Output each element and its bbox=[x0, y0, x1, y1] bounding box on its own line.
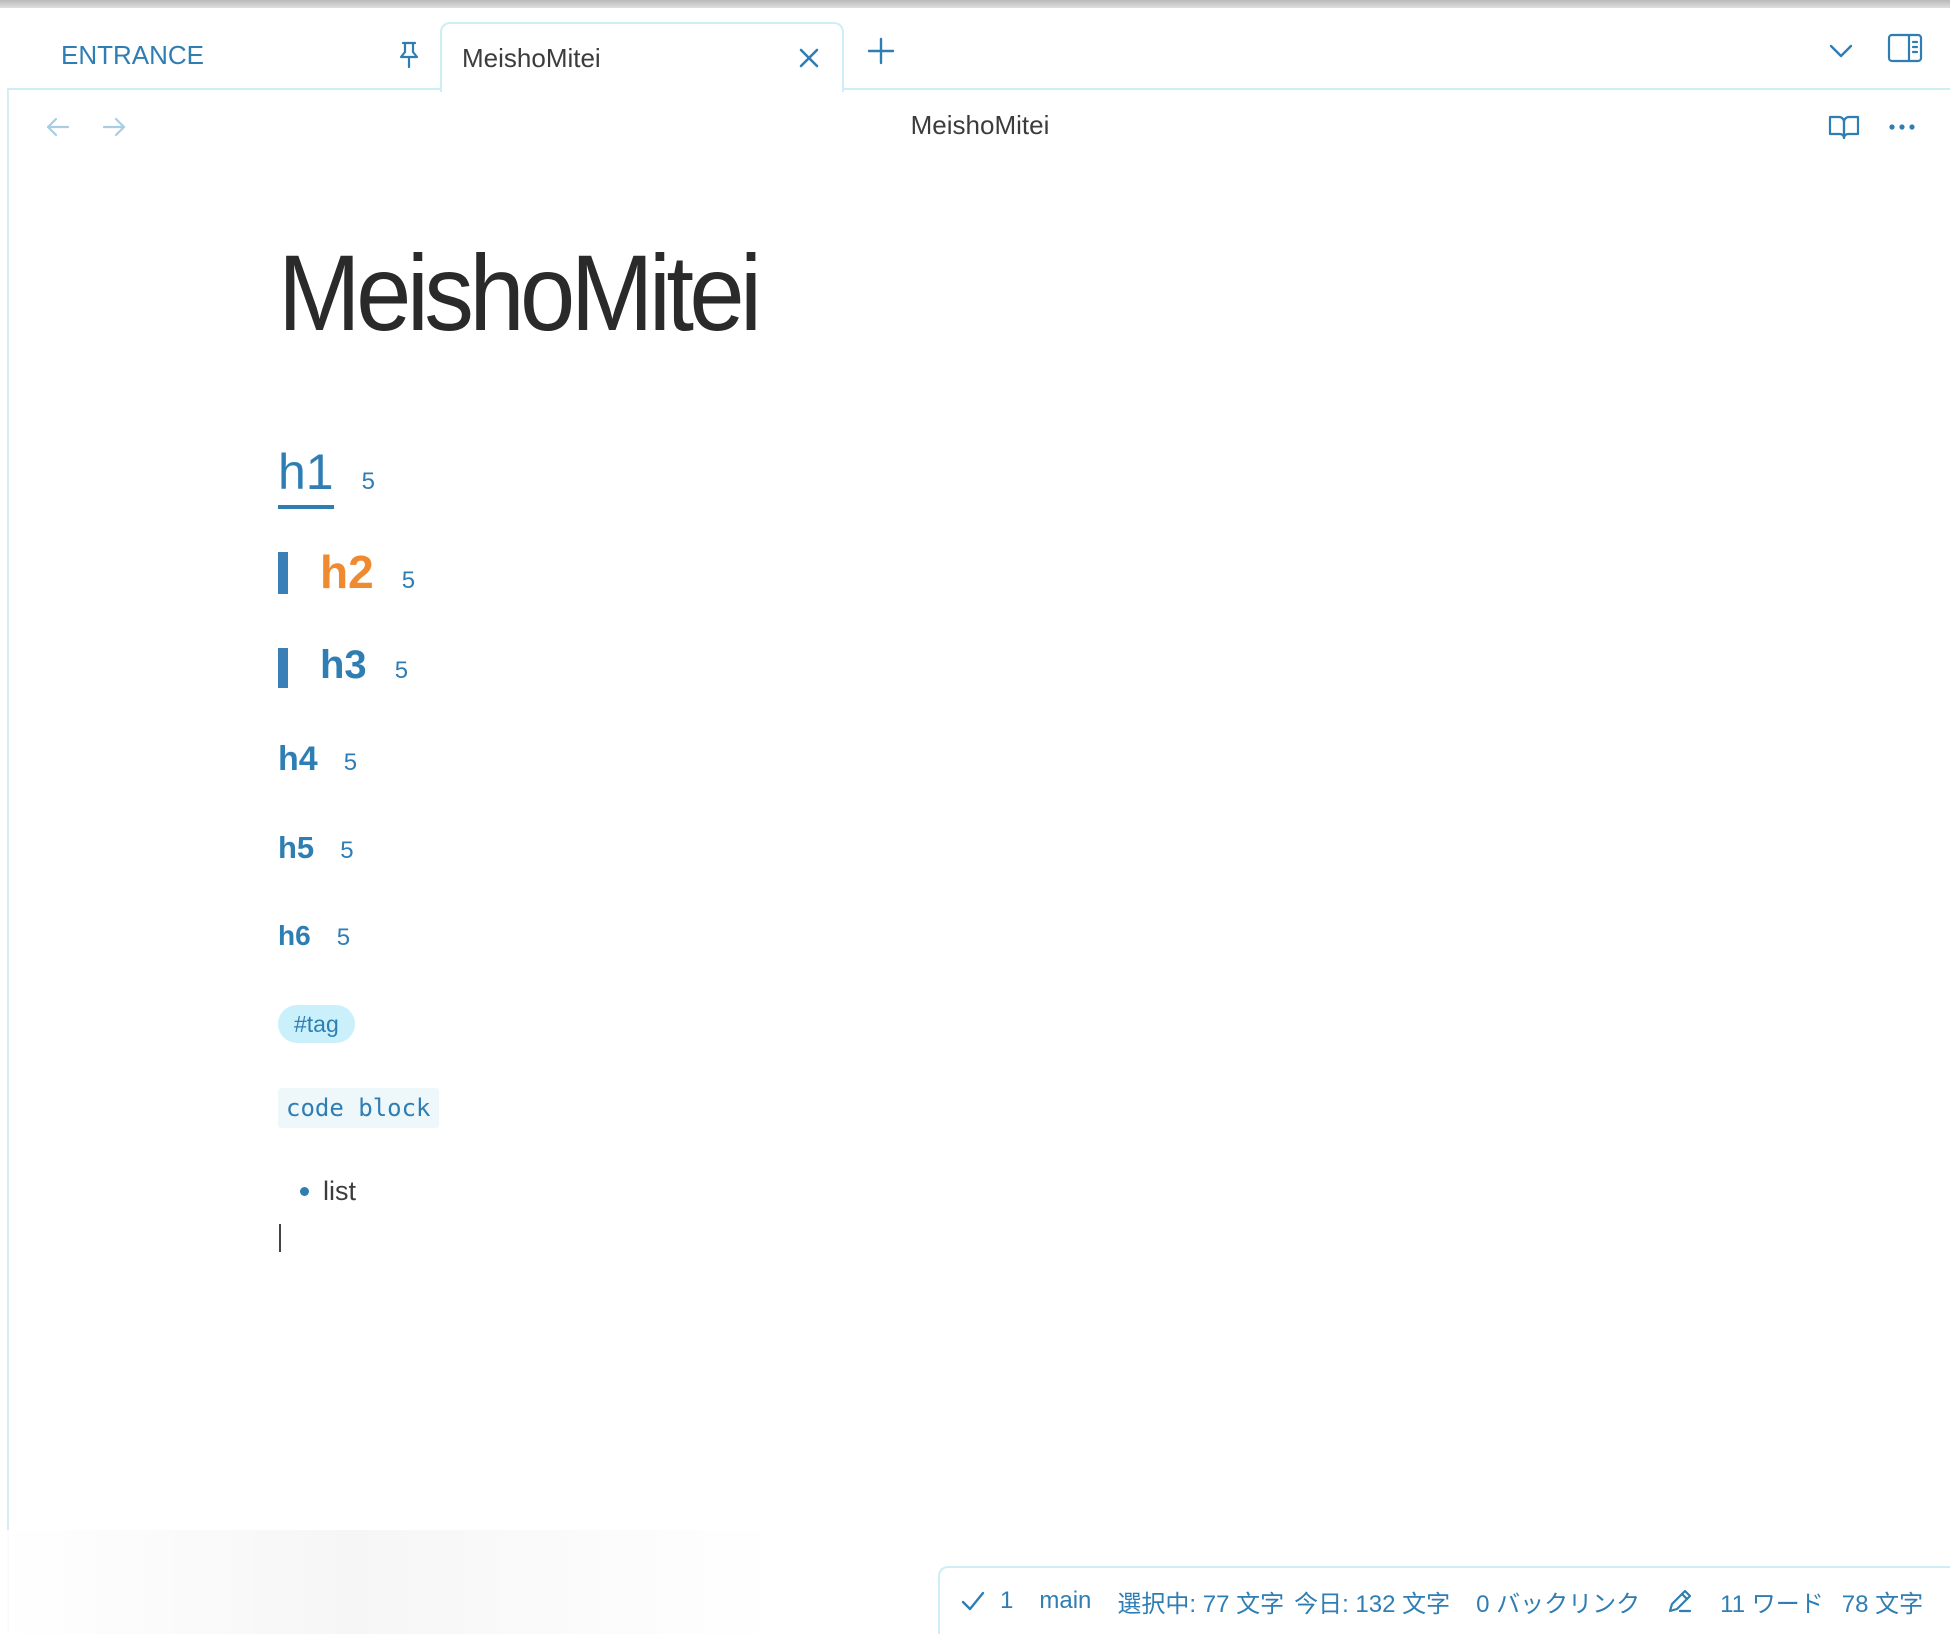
book-open-icon[interactable] bbox=[1828, 112, 1860, 142]
window-left-edge bbox=[0, 8, 9, 1634]
note-title[interactable]: MeishoMitei bbox=[278, 230, 762, 355]
heading-h5-text: h5 bbox=[278, 830, 315, 865]
tag-pill[interactable]: #tag bbox=[278, 1005, 355, 1043]
heading-h2-count: 5 bbox=[401, 567, 416, 594]
git-branch[interactable]: main bbox=[1039, 1587, 1091, 1615]
arrow-left-icon[interactable] bbox=[44, 114, 72, 140]
list-item-text: list bbox=[323, 1176, 356, 1206]
plus-icon[interactable] bbox=[864, 34, 898, 68]
heading-h6[interactable]: h6 5 bbox=[278, 920, 350, 952]
sync-count: 1 bbox=[1000, 1587, 1014, 1614]
heading-h2-text: h2 bbox=[320, 546, 374, 598]
close-icon[interactable] bbox=[794, 43, 824, 73]
status-bar: 1 main 選択中: 77 文字 今日: 132 文字 0 バックリンク 11… bbox=[938, 1566, 1950, 1634]
tab-entrance[interactable]: ENTRANCE bbox=[7, 22, 440, 90]
tab-entrance-label: ENTRANCE bbox=[61, 39, 205, 70]
text-cursor bbox=[279, 1224, 281, 1252]
heading-h6-count: 5 bbox=[336, 924, 351, 951]
heading-h2[interactable]: h2 5 bbox=[320, 545, 415, 599]
heading-h1-count: 5 bbox=[361, 468, 375, 495]
heading-h3-marker bbox=[278, 648, 288, 688]
app-window: ENTRANCE MeishoMitei MeishoMitei MeishoM… bbox=[0, 0, 1950, 1634]
chevron-down-icon[interactable] bbox=[1826, 38, 1856, 64]
tab-meishomitei-label: MeishoMitei bbox=[462, 42, 601, 73]
tab-meishomitei[interactable]: MeishoMitei bbox=[440, 22, 844, 92]
heading-h6-text: h6 bbox=[278, 920, 311, 951]
char-count: 78 文字 bbox=[1841, 1590, 1924, 1618]
word-count: 11 ワード bbox=[1720, 1590, 1824, 1618]
view-header-title[interactable]: MeishoMitei bbox=[900, 110, 1060, 141]
heading-h5[interactable]: h5 5 bbox=[278, 830, 354, 866]
heading-h3[interactable]: h3 5 bbox=[320, 643, 408, 688]
heading-h4[interactable]: h4 5 bbox=[278, 740, 357, 779]
heading-h3-count: 5 bbox=[394, 657, 409, 684]
today-count: 今日: 132 文字 bbox=[1294, 1590, 1451, 1618]
arrow-right-icon[interactable] bbox=[100, 114, 128, 140]
more-horizontal-icon[interactable] bbox=[1888, 112, 1916, 142]
backlink-count[interactable]: 0 バックリンク bbox=[1476, 1584, 1640, 1619]
heading-h1-text: h1 bbox=[278, 443, 334, 509]
heading-h4-count: 5 bbox=[343, 749, 358, 776]
selection-count: 選択中: 77 文字 bbox=[1117, 1590, 1285, 1618]
heading-h5-count: 5 bbox=[340, 837, 354, 864]
heading-h2-marker bbox=[278, 552, 288, 594]
check-icon bbox=[960, 1589, 986, 1613]
heading-h3-text: h3 bbox=[320, 643, 367, 687]
edit-mode-toggle[interactable] bbox=[1666, 1587, 1694, 1615]
list-item[interactable]: list bbox=[300, 1176, 356, 1207]
window-top-edge bbox=[0, 0, 1950, 8]
pin-icon[interactable] bbox=[392, 38, 426, 72]
inline-code[interactable]: code block bbox=[278, 1088, 439, 1128]
pencil-icon bbox=[1666, 1587, 1694, 1615]
heading-h1[interactable]: h1 5 bbox=[278, 443, 375, 509]
bullet-icon bbox=[300, 1187, 309, 1196]
heading-h4-text: h4 bbox=[278, 740, 318, 778]
sync-status[interactable]: 1 bbox=[960, 1587, 1013, 1615]
sidebar-toggle-icon[interactable] bbox=[1887, 32, 1923, 64]
